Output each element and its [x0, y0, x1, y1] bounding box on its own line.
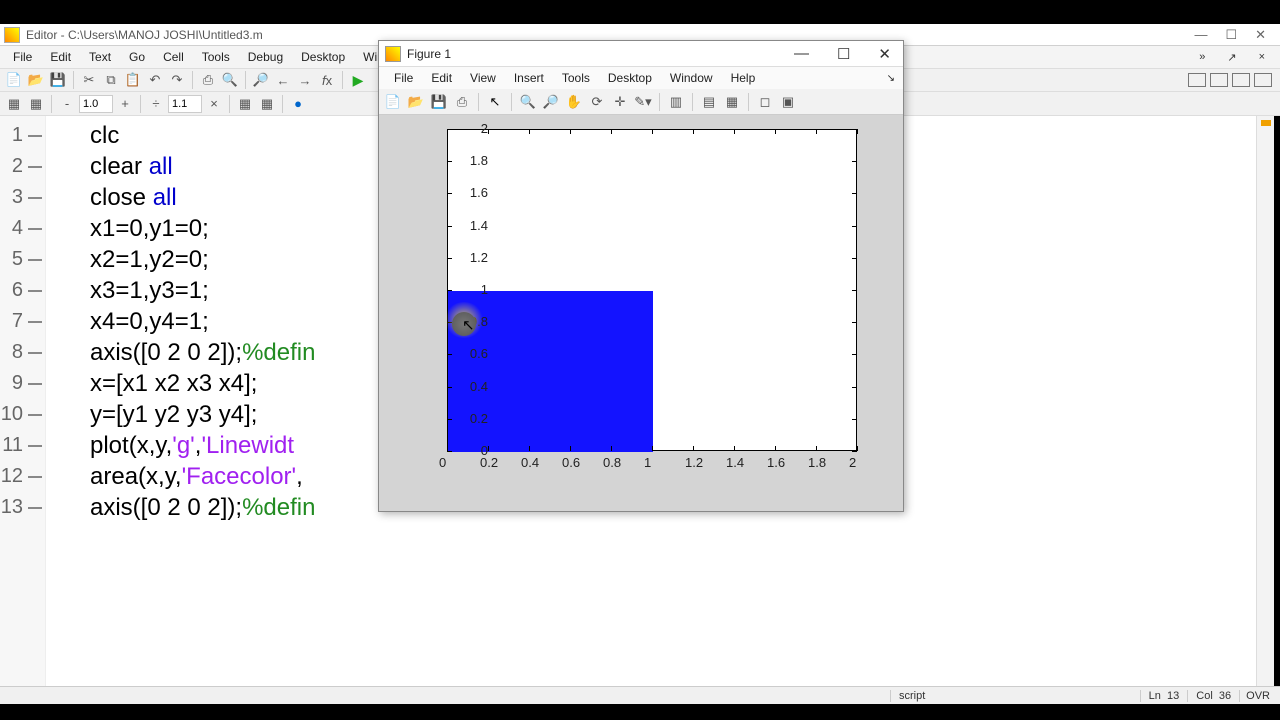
menu-debug[interactable]: Debug: [239, 48, 292, 66]
redo-icon[interactable]: ↷: [167, 70, 187, 90]
menu-go[interactable]: Go: [120, 48, 154, 66]
cell-outdent-icon[interactable]: ▦: [26, 94, 46, 114]
print-icon[interactable]: ⎙: [198, 70, 218, 90]
cell-indent-icon[interactable]: ▦: [4, 94, 24, 114]
cut-icon[interactable]: ✂: [79, 70, 99, 90]
menu-file[interactable]: File: [4, 48, 41, 66]
fig-zoomin-icon[interactable]: 🔍: [518, 92, 538, 112]
fig-pointer-icon[interactable]: ↖: [485, 92, 505, 112]
figure-toolbar: 📄 📂 💾 ⎙ ↖ 🔍 🔎 ✋ ⟳ ✛ ✎▾ ▥ ▤ ▦ ◻ ▣: [379, 89, 903, 115]
layout-1-icon[interactable]: [1188, 73, 1206, 87]
fig-menu-window[interactable]: Window: [661, 69, 722, 87]
open-file-icon[interactable]: 📂: [26, 70, 46, 90]
status-ovr: OVR: [1239, 690, 1280, 702]
menu-cell[interactable]: Cell: [154, 48, 193, 66]
fig-brush-icon[interactable]: ✎▾: [633, 92, 653, 112]
figure-window[interactable]: Figure 1 — ☐ ✕ File Edit View Insert Too…: [378, 40, 904, 512]
fig-menu-edit[interactable]: Edit: [422, 69, 461, 87]
fig-axes-icon[interactable]: ▦: [722, 92, 742, 112]
find-icon[interactable]: 🔎: [251, 70, 271, 90]
run-icon[interactable]: ▶: [348, 70, 368, 90]
figure-axes-area[interactable]: 00.20.40.60.811.21.41.61.8200.20.40.60.8…: [379, 115, 903, 511]
figure-window-controls: — ☐ ✕: [794, 45, 903, 63]
fig-menu-tools[interactable]: Tools: [553, 69, 599, 87]
fig-hide-icon[interactable]: ◻: [755, 92, 775, 112]
layout-buttons: [1188, 73, 1280, 87]
fig-legend-icon[interactable]: ▤: [699, 92, 719, 112]
divide-icon[interactable]: ÷: [146, 94, 166, 114]
status-line: Ln 13: [1140, 690, 1188, 702]
figure-titlebar: Figure 1 — ☐ ✕: [379, 41, 903, 67]
eval-cell-icon[interactable]: ▦: [235, 94, 255, 114]
func-icon[interactable]: fx: [317, 70, 337, 90]
times-icon[interactable]: ×: [204, 94, 224, 114]
line-gutter: 12345678910111213: [0, 116, 46, 686]
fig-save-icon[interactable]: 💾: [429, 92, 449, 112]
status-bar: script Ln 13 Col 36 OVR: [0, 686, 1280, 704]
maximize-button[interactable]: ☐: [1225, 27, 1237, 43]
fig-zoomout-icon[interactable]: 🔎: [541, 92, 561, 112]
breakpoint-icon[interactable]: ●: [288, 94, 308, 114]
menu-desktop[interactable]: Desktop: [292, 48, 354, 66]
figure-title: Figure 1: [407, 47, 451, 61]
figure-menubar: File Edit View Insert Tools Desktop Wind…: [379, 67, 903, 89]
fig-menu-desktop[interactable]: Desktop: [599, 69, 661, 87]
axes-box[interactable]: [447, 129, 857, 451]
help-icon[interactable]: »: [1190, 49, 1214, 65]
fwd-icon[interactable]: →: [295, 70, 315, 90]
code-minimap[interactable]: [1256, 116, 1274, 686]
close-tab-icon[interactable]: ×: [1250, 49, 1274, 65]
status-col: Col 36: [1187, 690, 1239, 702]
layout-2-icon[interactable]: [1210, 73, 1228, 87]
undock-icon[interactable]: ↗: [1218, 49, 1245, 66]
dock-controls: » ↗ ×: [1190, 49, 1280, 66]
fig-menu-file[interactable]: File: [385, 69, 422, 87]
menu-tools[interactable]: Tools: [193, 48, 239, 66]
fig-datacursor-icon[interactable]: ✛: [610, 92, 630, 112]
fig-menu-view[interactable]: View: [461, 69, 505, 87]
figure-maximize-button[interactable]: ☐: [837, 45, 850, 63]
new-file-icon[interactable]: 📄: [4, 70, 24, 90]
fig-pan-icon[interactable]: ✋: [564, 92, 584, 112]
fig-rotate-icon[interactable]: ⟳: [587, 92, 607, 112]
layout-3-icon[interactable]: [1232, 73, 1250, 87]
figure-minimize-button[interactable]: —: [794, 45, 809, 63]
zoom-in-value[interactable]: 1.1: [168, 95, 202, 113]
eval-advance-icon[interactable]: ▦: [257, 94, 277, 114]
fig-new-icon[interactable]: 📄: [383, 92, 403, 112]
fig-menu-help[interactable]: Help: [722, 69, 765, 87]
save-icon[interactable]: 💾: [48, 70, 68, 90]
print-preview-icon[interactable]: 🔍: [220, 70, 240, 90]
fig-open-icon[interactable]: 📂: [406, 92, 426, 112]
fig-colorbar-icon[interactable]: ▥: [666, 92, 686, 112]
minus-icon[interactable]: -: [57, 94, 77, 114]
figure-dock-icon[interactable]: ↘: [878, 71, 903, 86]
close-button[interactable]: ✕: [1255, 27, 1266, 43]
figure-close-button[interactable]: ✕: [878, 45, 891, 63]
status-mode: script: [890, 690, 933, 702]
fig-show-icon[interactable]: ▣: [778, 92, 798, 112]
fig-print-icon[interactable]: ⎙: [452, 92, 472, 112]
window-title: Editor - C:\Users\MANOJ JOSHI\Untitled3.…: [26, 28, 263, 42]
fig-menu-insert[interactable]: Insert: [505, 69, 553, 87]
menu-text[interactable]: Text: [80, 48, 120, 66]
matlab-logo-icon: [4, 27, 20, 43]
window-controls: — ☐ ✕: [1194, 27, 1280, 43]
warning-marker[interactable]: [1261, 120, 1271, 126]
figure-logo-icon: [385, 46, 401, 62]
menu-edit[interactable]: Edit: [41, 48, 80, 66]
minimize-button[interactable]: —: [1194, 27, 1207, 43]
undo-icon[interactable]: ↶: [145, 70, 165, 90]
zoom-out-value[interactable]: 1.0: [79, 95, 113, 113]
back-icon[interactable]: ←: [273, 70, 293, 90]
layout-4-icon[interactable]: [1254, 73, 1272, 87]
paste-icon[interactable]: 📋: [123, 70, 143, 90]
copy-icon[interactable]: ⧉: [101, 70, 121, 90]
plus-icon[interactable]: +: [115, 94, 135, 114]
